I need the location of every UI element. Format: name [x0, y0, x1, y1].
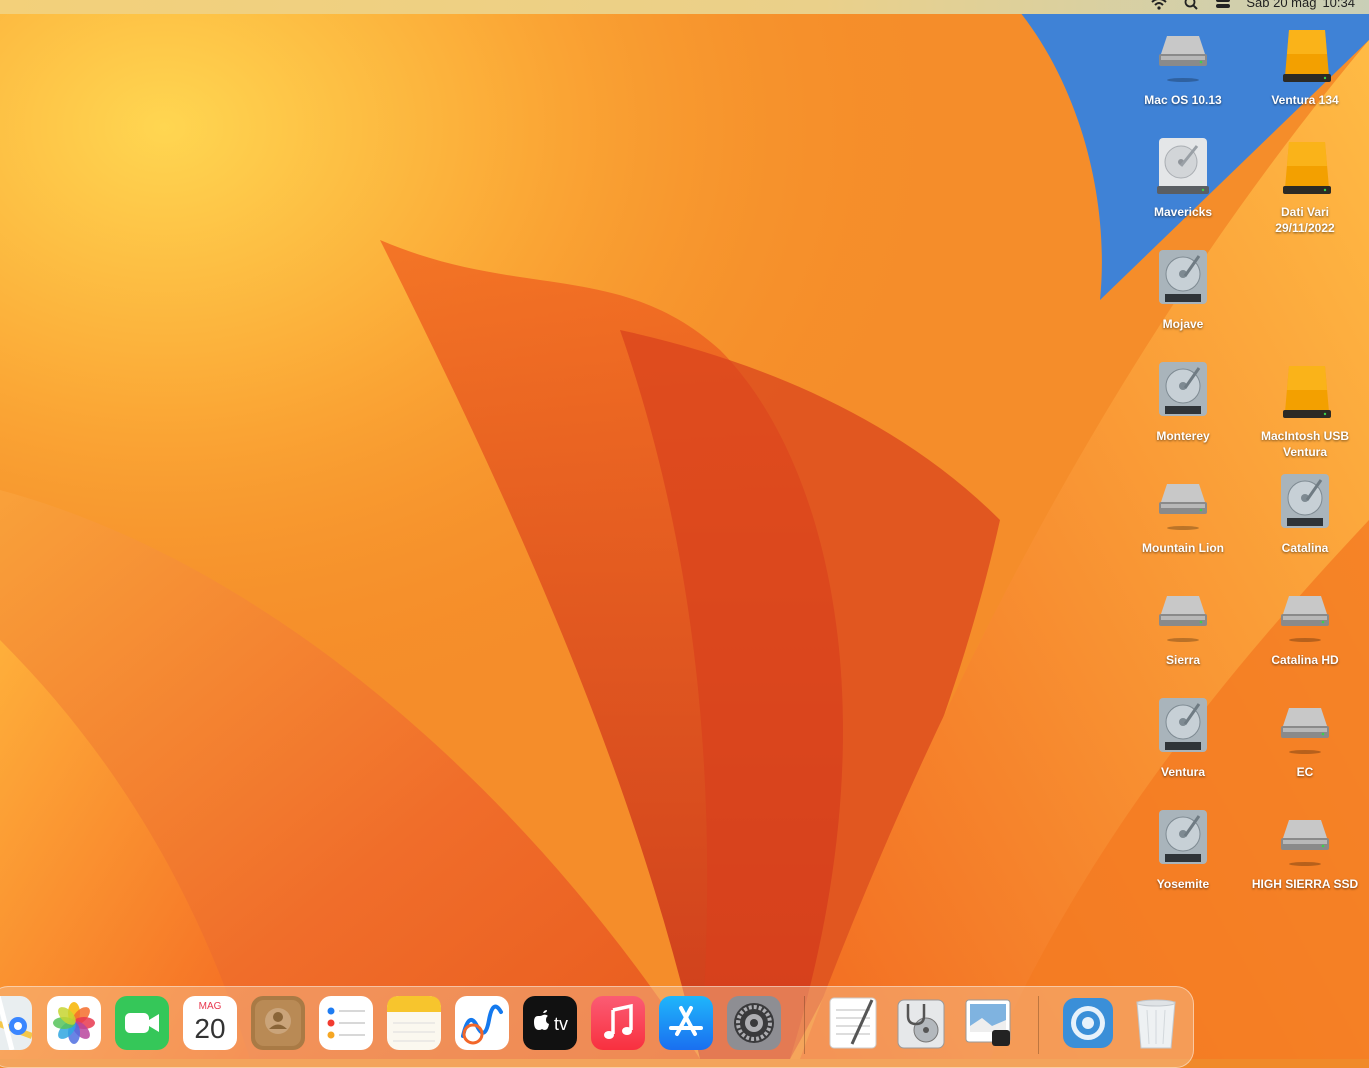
trash-icon — [1136, 999, 1176, 1049]
calendar-icon: MAG 20 — [183, 996, 237, 1050]
facetime-icon — [115, 996, 169, 1050]
volume-label: HIGH SIERRA SSD — [1251, 877, 1359, 891]
dock-reminders[interactable] — [319, 996, 373, 1050]
desktop-icons: Mac OS 10.13 Ventura 134 Mavericks Dati — [0, 0, 1369, 1059]
volume-yosemite[interactable]: Yosemite — [1122, 808, 1244, 892]
reminders-icon — [319, 996, 373, 1050]
volume-label: Catalina HD — [1271, 653, 1339, 667]
dock-notes[interactable] — [387, 996, 441, 1050]
internal-hdd-icon — [1157, 138, 1209, 194]
menu-bar: Sab 20 mag 10:34 — [0, 0, 1369, 14]
usb-drive-orange-icon — [1283, 366, 1331, 418]
dock-photos[interactable] — [47, 996, 101, 1050]
preview-icon — [965, 999, 1011, 1046]
hdd-mechanism-icon — [1159, 250, 1207, 304]
hdd-mechanism-icon — [1159, 698, 1207, 752]
volume-catalina[interactable]: Catalina — [1244, 472, 1366, 556]
hdd-mechanism-icon — [1159, 810, 1207, 864]
volume-dati-vari[interactable]: Dati Vari 29/11/2022 — [1244, 136, 1366, 236]
volume-mojave[interactable]: Mojave — [1122, 248, 1244, 332]
disk-utility-icon — [897, 999, 945, 1049]
external-drive-icon — [1281, 820, 1329, 866]
menu-bar-clock[interactable]: Sab 20 mag 10:34 — [1246, 0, 1355, 10]
volume-catalina-hd[interactable]: Catalina HD — [1244, 584, 1366, 668]
clock-time: 10:34 — [1322, 0, 1355, 10]
volume-ventura[interactable]: Ventura — [1122, 696, 1244, 780]
spotlight-search-icon[interactable] — [1182, 0, 1200, 10]
calendar-day: 20 — [194, 1013, 225, 1044]
volume-label: Ventura 134 — [1271, 93, 1339, 107]
downloads-stack-icon — [1063, 998, 1113, 1048]
usb-drive-orange-icon — [1283, 142, 1331, 194]
volume-label: Catalina — [1281, 541, 1329, 555]
volume-ec[interactable]: EC — [1244, 696, 1366, 780]
external-drive-icon — [1281, 708, 1329, 754]
external-drive-icon — [1159, 484, 1207, 530]
hdd-mechanism-icon — [1159, 362, 1207, 416]
volume-label: Dati Vari 29/11/2022 — [1275, 205, 1335, 235]
external-drive-icon — [1159, 36, 1207, 82]
dock-maps[interactable] — [0, 996, 32, 1050]
calendar-month: MAG — [199, 1001, 222, 1012]
volume-mavericks[interactable]: Mavericks — [1122, 136, 1244, 220]
volume-label: Yosemite — [1156, 877, 1210, 891]
dock-separator — [804, 996, 805, 1054]
usb-drive-orange-icon — [1283, 30, 1331, 82]
dock-trash[interactable] — [1129, 996, 1183, 1050]
dock-textedit[interactable] — [826, 996, 880, 1050]
photos-icon — [47, 996, 101, 1050]
volume-label: Mac OS 10.13 — [1144, 93, 1222, 107]
dock-downloads[interactable] — [1061, 996, 1115, 1050]
dock-apple-tv[interactable]: tv — [523, 996, 577, 1050]
dock-preview[interactable] — [962, 996, 1016, 1050]
volume-label: Sierra — [1165, 653, 1201, 667]
hdd-mechanism-icon — [1281, 474, 1329, 528]
wifi-icon[interactable] — [1150, 0, 1168, 10]
volume-label: EC — [1296, 765, 1314, 779]
volume-label: Mojave — [1162, 317, 1204, 331]
volume-ventura-134[interactable]: Ventura 134 — [1244, 24, 1366, 108]
control-center-icon[interactable] — [1214, 0, 1232, 10]
dock-system-settings[interactable] — [727, 996, 781, 1050]
textedit-icon — [829, 997, 877, 1049]
dock-calendar[interactable]: MAG 20 — [183, 996, 237, 1050]
volume-high-sierra-ssd[interactable]: HIGH SIERRA SSD — [1244, 808, 1366, 892]
apple-tv-icon: tv — [523, 996, 577, 1050]
volume-mac-os-10-13[interactable]: Mac OS 10.13 — [1122, 24, 1244, 108]
music-icon — [591, 996, 645, 1050]
dock-app-store[interactable] — [659, 996, 713, 1050]
volume-mountain-lion[interactable]: Mountain Lion — [1122, 472, 1244, 556]
contacts-icon — [251, 996, 305, 1050]
dock-separator — [1038, 996, 1039, 1054]
volume-label: Ventura — [1160, 765, 1205, 779]
maps-icon — [0, 996, 32, 1050]
volume-macintosh-usb-ventura[interactable]: MacIntosh USB Ventura — [1244, 360, 1366, 460]
clock-date: Sab 20 mag — [1246, 0, 1317, 10]
external-drive-icon — [1281, 596, 1329, 642]
dock-disk-utility[interactable] — [894, 996, 948, 1050]
volume-label: Mavericks — [1153, 205, 1213, 219]
system-settings-icon — [727, 996, 781, 1050]
volume-monterey[interactable]: Monterey — [1122, 360, 1244, 444]
volume-label: MacIntosh USB Ventura — [1260, 429, 1349, 459]
freeform-icon — [455, 996, 509, 1050]
dock-freeform[interactable] — [455, 996, 509, 1050]
volume-label: Mountain Lion — [1142, 541, 1224, 555]
notes-icon — [387, 996, 441, 1050]
dock-music[interactable] — [591, 996, 645, 1050]
volume-label: Monterey — [1156, 429, 1210, 443]
apple-tv-label: tv — [554, 1014, 568, 1034]
volume-sierra[interactable]: Sierra — [1122, 584, 1244, 668]
dock-contacts[interactable] — [251, 996, 305, 1050]
app-store-icon — [659, 996, 713, 1050]
external-drive-icon — [1159, 596, 1207, 642]
dock-facetime[interactable] — [115, 996, 169, 1050]
